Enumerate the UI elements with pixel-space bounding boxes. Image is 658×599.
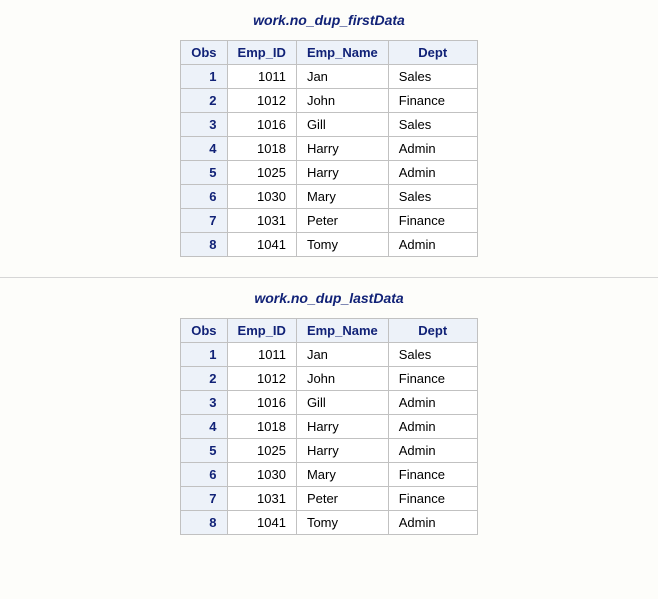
cell-obs: 4 xyxy=(181,137,227,161)
cell-emp-id: 1041 xyxy=(227,511,296,535)
cell-dept: Admin xyxy=(388,439,477,463)
cell-emp-name: Peter xyxy=(296,209,388,233)
cell-emp-id: 1025 xyxy=(227,161,296,185)
table-row: 7 1031 Peter Finance xyxy=(181,209,478,233)
cell-emp-id: 1031 xyxy=(227,487,296,511)
data-table-1: Obs Emp_ID Emp_Name Dept 1 1011 Jan Sale… xyxy=(180,40,478,257)
col-header-emp-id: Emp_ID xyxy=(227,41,296,65)
cell-emp-id: 1041 xyxy=(227,233,296,257)
cell-emp-name: Tomy xyxy=(296,511,388,535)
cell-dept: Finance xyxy=(388,487,477,511)
table-row: 4 1018 Harry Admin xyxy=(181,415,478,439)
table-row: 6 1030 Mary Finance xyxy=(181,463,478,487)
col-header-dept: Dept xyxy=(388,319,477,343)
col-header-emp-id: Emp_ID xyxy=(227,319,296,343)
table-row: 5 1025 Harry Admin xyxy=(181,161,478,185)
output-section-2: work.no_dup_lastData Obs Emp_ID Emp_Name… xyxy=(0,278,658,555)
cell-emp-name: Jan xyxy=(296,343,388,367)
table-row: 8 1041 Tomy Admin xyxy=(181,511,478,535)
cell-emp-name: Gill xyxy=(296,391,388,415)
cell-emp-name: Tomy xyxy=(296,233,388,257)
table-row: 2 1012 John Finance xyxy=(181,367,478,391)
cell-dept: Admin xyxy=(388,391,477,415)
cell-dept: Sales xyxy=(388,65,477,89)
col-header-dept: Dept xyxy=(388,41,477,65)
cell-dept: Finance xyxy=(388,463,477,487)
table-header-row: Obs Emp_ID Emp_Name Dept xyxy=(181,319,478,343)
cell-emp-name: Peter xyxy=(296,487,388,511)
data-table-2: Obs Emp_ID Emp_Name Dept 1 1011 Jan Sale… xyxy=(180,318,478,535)
cell-obs: 7 xyxy=(181,209,227,233)
table-row: 5 1025 Harry Admin xyxy=(181,439,478,463)
cell-emp-id: 1031 xyxy=(227,209,296,233)
cell-emp-id: 1011 xyxy=(227,65,296,89)
cell-dept: Admin xyxy=(388,415,477,439)
cell-obs: 5 xyxy=(181,439,227,463)
col-header-obs: Obs xyxy=(181,319,227,343)
cell-obs: 3 xyxy=(181,113,227,137)
col-header-emp-name: Emp_Name xyxy=(296,41,388,65)
cell-emp-id: 1018 xyxy=(227,415,296,439)
cell-emp-id: 1016 xyxy=(227,113,296,137)
table-row: 8 1041 Tomy Admin xyxy=(181,233,478,257)
cell-dept: Admin xyxy=(388,161,477,185)
cell-obs: 7 xyxy=(181,487,227,511)
cell-emp-name: Mary xyxy=(296,463,388,487)
cell-emp-name: Harry xyxy=(296,161,388,185)
output-section-1: work.no_dup_firstData Obs Emp_ID Emp_Nam… xyxy=(0,0,658,277)
cell-obs: 4 xyxy=(181,415,227,439)
cell-obs: 5 xyxy=(181,161,227,185)
cell-emp-id: 1030 xyxy=(227,185,296,209)
table-row: 4 1018 Harry Admin xyxy=(181,137,478,161)
table-title: work.no_dup_firstData xyxy=(0,12,658,28)
cell-emp-name: Harry xyxy=(296,439,388,463)
table-row: 1 1011 Jan Sales xyxy=(181,343,478,367)
cell-emp-name: Jan xyxy=(296,65,388,89)
cell-dept: Admin xyxy=(388,137,477,161)
table-row: 3 1016 Gill Sales xyxy=(181,113,478,137)
cell-obs: 3 xyxy=(181,391,227,415)
cell-emp-name: Gill xyxy=(296,113,388,137)
cell-emp-name: Mary xyxy=(296,185,388,209)
cell-dept: Sales xyxy=(388,113,477,137)
cell-emp-id: 1012 xyxy=(227,367,296,391)
cell-dept: Sales xyxy=(388,343,477,367)
cell-emp-name: John xyxy=(296,89,388,113)
table-row: 3 1016 Gill Admin xyxy=(181,391,478,415)
cell-emp-id: 1018 xyxy=(227,137,296,161)
table-row: 2 1012 John Finance xyxy=(181,89,478,113)
cell-obs: 2 xyxy=(181,89,227,113)
table-row: 7 1031 Peter Finance xyxy=(181,487,478,511)
cell-obs: 8 xyxy=(181,511,227,535)
cell-emp-name: Harry xyxy=(296,137,388,161)
cell-dept: Finance xyxy=(388,209,477,233)
cell-obs: 6 xyxy=(181,463,227,487)
cell-dept: Admin xyxy=(388,233,477,257)
cell-dept: Finance xyxy=(388,89,477,113)
cell-obs: 2 xyxy=(181,367,227,391)
cell-obs: 6 xyxy=(181,185,227,209)
cell-obs: 8 xyxy=(181,233,227,257)
table-title: work.no_dup_lastData xyxy=(0,290,658,306)
cell-obs: 1 xyxy=(181,65,227,89)
cell-emp-id: 1016 xyxy=(227,391,296,415)
col-header-obs: Obs xyxy=(181,41,227,65)
col-header-emp-name: Emp_Name xyxy=(296,319,388,343)
cell-dept: Admin xyxy=(388,511,477,535)
table-header-row: Obs Emp_ID Emp_Name Dept xyxy=(181,41,478,65)
cell-dept: Sales xyxy=(388,185,477,209)
cell-emp-id: 1011 xyxy=(227,343,296,367)
cell-dept: Finance xyxy=(388,367,477,391)
table-row: 6 1030 Mary Sales xyxy=(181,185,478,209)
cell-emp-name: Harry xyxy=(296,415,388,439)
cell-emp-id: 1025 xyxy=(227,439,296,463)
cell-emp-id: 1030 xyxy=(227,463,296,487)
table-row: 1 1011 Jan Sales xyxy=(181,65,478,89)
cell-emp-id: 1012 xyxy=(227,89,296,113)
cell-obs: 1 xyxy=(181,343,227,367)
cell-emp-name: John xyxy=(296,367,388,391)
